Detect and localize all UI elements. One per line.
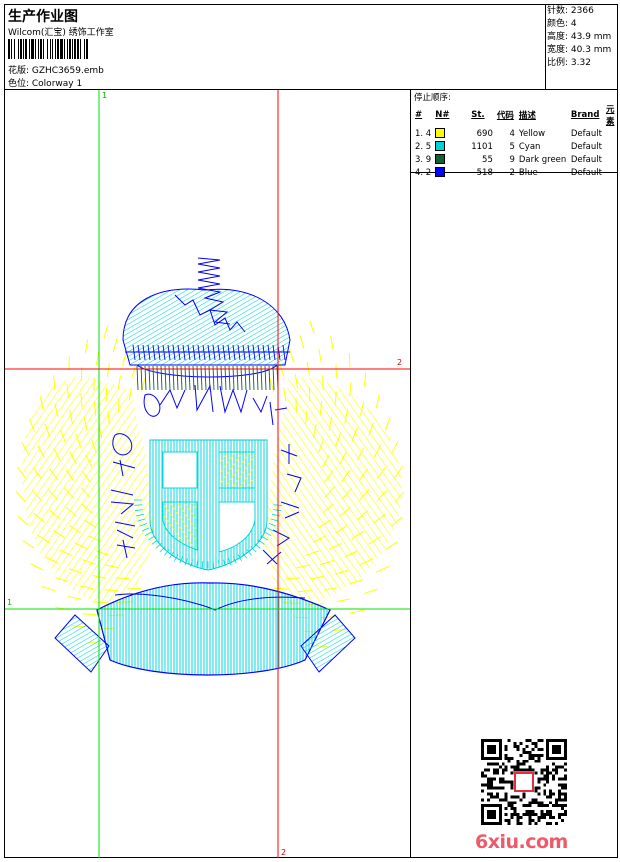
row-description: Yellow <box>517 127 569 140</box>
stop-sequence-table: # N# St. 代码 描述 Brand 元素 1. 46904YellowDe… <box>413 103 617 179</box>
col-header-brand: Brand <box>569 103 604 127</box>
design-preview-area: 1 2 1 2 <box>5 90 411 858</box>
color-swatch <box>435 141 445 151</box>
row-description: Blue <box>517 166 569 179</box>
design-height: 高度: 43.9 mm <box>547 31 617 44</box>
row-code: 4 <box>495 127 517 140</box>
col-header-code: 代码 <box>495 103 517 127</box>
row-stitches: 518 <box>469 166 495 179</box>
colorway-label: 色位: Colorway 1 <box>8 76 82 89</box>
crown-emblem <box>120 258 295 390</box>
col-header-description: 描述 <box>517 103 569 127</box>
qr-code <box>481 739 567 825</box>
row-description: Cyan <box>517 140 569 153</box>
row-element <box>604 140 617 153</box>
studio-subtitle: Wilcom(汇宝) 绣饰工作室 <box>8 25 114 38</box>
barcode-graphic <box>8 39 154 59</box>
row-swatch <box>433 140 469 153</box>
center-shield <box>134 435 282 575</box>
table-header-row: # N# St. 代码 描述 Brand 元素 <box>413 103 617 127</box>
row-stitches: 55 <box>469 153 495 166</box>
design-stats: 针数: 2366 颜色: 4 高度: 43.9 mm 宽度: 40.3 mm 比… <box>547 5 617 70</box>
row-element <box>604 166 617 179</box>
design-width: 宽度: 40.3 mm <box>547 44 617 57</box>
design-file-label: 花版: GZHC3659.emb <box>8 63 104 76</box>
table-row: 2. 5 11015CyanDefault <box>413 140 617 153</box>
row-index: 4. 2 <box>413 166 433 179</box>
table-row: 1. 4 6904YellowDefault <box>413 127 617 140</box>
row-brand: Default <box>569 140 604 153</box>
row-element <box>604 127 617 140</box>
row-element <box>604 153 617 166</box>
col-header-index: # <box>413 103 433 127</box>
stop-sequence-title: 停止顺序: <box>414 91 451 103</box>
row-index: 3. 9 <box>413 153 433 166</box>
row-index: 1. 4 <box>413 127 433 140</box>
row-brand: Default <box>569 127 604 140</box>
row-brand: Default <box>569 153 604 166</box>
guide-label-v1: 1 <box>102 91 107 100</box>
guide-label-h2: 2 <box>397 358 402 367</box>
site-watermark: 6xiu.com <box>475 831 568 853</box>
color-count: 颜色: 4 <box>547 18 617 31</box>
design-scale: 比例: 3.32 <box>547 57 617 70</box>
row-swatch <box>433 127 469 140</box>
table-row: 4. 2 5182BlueDefault <box>413 166 617 179</box>
color-swatch <box>435 167 445 177</box>
row-brand: Default <box>569 166 604 179</box>
guide-label-v2: 2 <box>281 848 286 857</box>
row-index: 2. 5 <box>413 140 433 153</box>
color-swatch <box>435 128 445 138</box>
col-header-stitches: St. <box>469 103 495 127</box>
page-title: 生产作业图 <box>8 6 78 26</box>
guide-label-h1: 1 <box>7 598 12 607</box>
row-code: 5 <box>495 140 517 153</box>
table-row: 3. 9 559Dark greenDefault <box>413 153 617 166</box>
row-stitches: 690 <box>469 127 495 140</box>
color-swatch <box>435 154 445 164</box>
row-description: Dark green <box>517 153 569 166</box>
embroidery-design-preview <box>5 90 410 858</box>
worksheet-header: 生产作业图 Wilcom(汇宝) 绣饰工作室 花版: GZHC3659.emb … <box>5 5 617 90</box>
row-swatch <box>433 166 469 179</box>
header-info-block: 生产作业图 Wilcom(汇宝) 绣饰工作室 花版: GZHC3659.emb … <box>5 5 546 89</box>
row-stitches: 1101 <box>469 140 495 153</box>
production-worksheet: 生产作业图 Wilcom(汇宝) 绣饰工作室 花版: GZHC3659.emb … <box>4 4 618 858</box>
stitch-count: 针数: 2366 <box>547 5 617 18</box>
row-code: 2 <box>495 166 517 179</box>
col-header-needle: N# <box>433 103 469 127</box>
row-swatch <box>433 153 469 166</box>
row-code: 9 <box>495 153 517 166</box>
col-header-element: 元素 <box>604 103 617 127</box>
stop-sequence-panel: 停止顺序: # N# St. 代码 描述 Brand 元素 1. 4 6904Ye… <box>411 90 617 173</box>
